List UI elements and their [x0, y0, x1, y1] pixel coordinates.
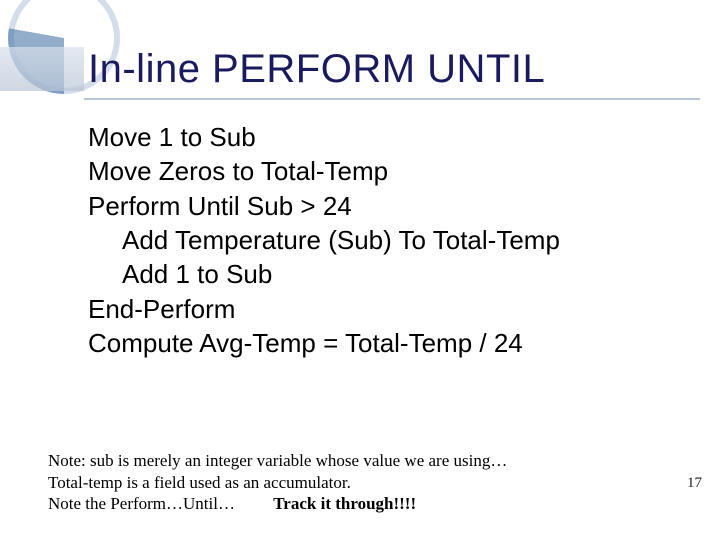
code-line: End-Perform [88, 292, 680, 326]
slide: In-line PERFORM UNTIL Move 1 to Sub Move… [0, 0, 720, 540]
code-block: Move 1 to Sub Move Zeros to Total-Temp P… [88, 120, 680, 360]
code-line: Compute Avg-Temp = Total-Temp / 24 [88, 326, 680, 360]
code-line: Add 1 to Sub [88, 257, 680, 291]
page-number: 17 [687, 475, 702, 492]
note-line: Total-temp is a field used as an accumul… [48, 472, 660, 493]
title-stripe [0, 47, 84, 91]
note-emphasis: Track it through!!!! [273, 494, 416, 513]
code-line: Perform Until Sub > 24 [88, 189, 680, 223]
note-line: Note: sub is merely an integer variable … [48, 450, 660, 471]
code-line: Add Temperature (Sub) To Total-Temp [88, 223, 680, 257]
title-bar: In-line PERFORM UNTIL [0, 38, 720, 100]
footnote: Note: sub is merely an integer variable … [48, 450, 660, 514]
code-line: Move 1 to Sub [88, 120, 680, 154]
code-line: Move Zeros to Total-Temp [88, 154, 680, 188]
note-text: Note the Perform…Until… [48, 494, 273, 513]
slide-title: In-line PERFORM UNTIL [88, 47, 545, 92]
note-line: Note the Perform…Until… Track it through… [48, 493, 660, 514]
title-underline [84, 98, 700, 100]
